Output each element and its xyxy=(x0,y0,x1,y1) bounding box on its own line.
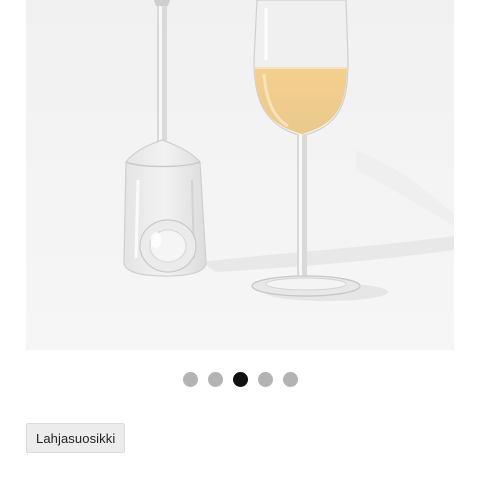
product-image[interactable] xyxy=(26,0,454,350)
wine-glasses-photo xyxy=(26,0,454,350)
carousel-dot[interactable] xyxy=(257,372,273,387)
carousel-dot[interactable] xyxy=(207,372,223,387)
carousel-dot[interactable] xyxy=(182,372,198,387)
tag-label: Lahjasuosikki xyxy=(36,430,116,446)
carousel-dots xyxy=(0,372,480,388)
gift-favorite-tag[interactable]: Lahjasuosikki xyxy=(26,423,126,453)
product-page: Lahjasuosikki xyxy=(0,0,480,480)
carousel-dot-active[interactable] xyxy=(232,372,248,387)
carousel-dot[interactable] xyxy=(282,372,298,387)
